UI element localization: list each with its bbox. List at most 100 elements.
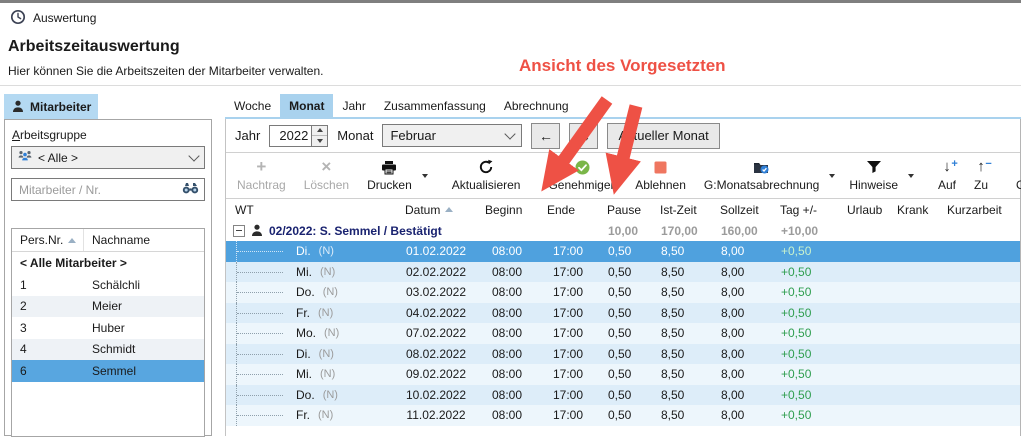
date-cell: 10.02.2022 — [396, 388, 476, 402]
supervisor-view-annotation: Ansicht des Vorgesetzten — [519, 56, 726, 76]
tab-monat[interactable]: Monat — [280, 94, 333, 117]
day-row[interactable]: Fr.(N)11.02.202208:0017:000,508,508,00+0… — [226, 405, 1020, 426]
dropdown-caret-icon[interactable] — [907, 153, 919, 198]
pause-cell: 0,50 — [598, 347, 651, 361]
toolbar-button-label: Aktualisieren — [452, 178, 521, 192]
day-flag: (N) — [319, 348, 334, 360]
tag-cell: +0,50 — [771, 347, 838, 361]
ende-cell: 17:00 — [538, 306, 598, 320]
day-row[interactable]: Do.(N)03.02.202208:0017:000,508,508,00+0… — [226, 282, 1020, 303]
dropdown-caret-icon[interactable] — [421, 153, 433, 198]
column-urlaub[interactable]: Urlaub — [838, 203, 888, 217]
column-krank[interactable]: Krank — [888, 203, 938, 217]
year-value[interactable]: 2022 — [270, 126, 311, 146]
year-spinner[interactable]: 2022 — [269, 125, 328, 147]
column-nachname[interactable]: Nachname — [84, 229, 204, 251]
weekday-label: Mo. — [296, 326, 316, 340]
next-month-button[interactable]: → — [569, 123, 598, 149]
beginn-cell: 08:00 — [476, 285, 538, 299]
day-row[interactable]: Mo.(N)07.02.202208:0017:000,508,508,00+0… — [226, 323, 1020, 344]
g-monatsabrechnung-button[interactable]: G:Monatsabrechnung — [695, 153, 828, 198]
column-istzeit[interactable]: Ist-Zeit — [651, 203, 711, 217]
column-pause[interactable]: Pause — [598, 203, 651, 217]
tab-mitarbeiter-label: Mitarbeiter — [30, 100, 91, 114]
ist-cell: 8,50 — [651, 306, 711, 320]
tab-zusammenfassung[interactable]: Zusammenfassung — [375, 94, 495, 117]
employee-row[interactable]: 2Meier — [12, 296, 204, 318]
beginn-cell: 08:00 — [476, 306, 538, 320]
weekday-cell: Mi.(N) — [226, 262, 396, 283]
optionen-button[interactable]: Optionen — [1007, 153, 1021, 198]
column-datum[interactable]: Datum — [396, 203, 476, 217]
aktualisieren-button[interactable]: Aktualisieren — [443, 153, 530, 198]
column-sollzeit[interactable]: Sollzeit — [711, 203, 771, 217]
l-schen-button: ×Löschen — [295, 153, 358, 198]
tab-mitarbeiter[interactable]: Mitarbeiter — [4, 94, 98, 119]
employee-row[interactable]: 3Huber — [12, 317, 204, 339]
current-month-button[interactable]: Aktueller Monat — [607, 123, 719, 149]
soll-cell: 8,00 — [711, 347, 771, 361]
beginn-cell: 08:00 — [476, 388, 538, 402]
column-label: WT — [235, 203, 254, 217]
tab-abrechnung[interactable]: Abrechnung — [495, 94, 578, 117]
arbeitsgruppe-select[interactable]: < Alle > — [11, 146, 205, 169]
soll-cell: 8,00 — [711, 408, 771, 422]
soll-cell: 8,00 — [711, 326, 771, 340]
employee-nr: 3 — [12, 321, 84, 335]
employee-row[interactable]: 4Schmidt — [12, 339, 204, 361]
day-row[interactable]: Mi.(N)09.02.202208:0017:000,508,508,00+0… — [226, 364, 1020, 385]
employee-search-input[interactable] — [17, 182, 182, 198]
soll-cell: 8,00 — [711, 306, 771, 320]
binoculars-icon[interactable] — [182, 182, 199, 197]
all-employees-row[interactable]: < Alle Mitarbeiter > — [12, 252, 204, 274]
employee-search-box — [11, 178, 205, 201]
day-row[interactable]: Di.(N)01.02.202208:0017:000,508,508,00+0… — [226, 241, 1020, 262]
drucken-button[interactable]: Drucken — [358, 153, 421, 198]
employee-nr: 6 — [12, 364, 84, 378]
dropdown-caret-icon[interactable] — [828, 153, 840, 198]
day-row[interactable]: Mi.(N)02.02.202208:0017:000,508,508,00+0… — [226, 262, 1020, 283]
day-row[interactable]: Fr.(N)04.02.202208:0017:000,508,508,00+0… — [226, 303, 1020, 324]
hinweise-button[interactable]: Hinweise — [840, 153, 907, 198]
month-dropdown[interactable]: Februar — [382, 124, 522, 147]
tag-cell: +0,50 — [771, 265, 838, 279]
weekday-label: Mi. — [296, 367, 312, 381]
column-wt[interactable]: WT — [226, 203, 396, 217]
employee-nr: 1 — [12, 278, 84, 292]
zu-button[interactable]: ↑−Zu — [965, 153, 997, 198]
main-area: WocheMonatJahrZusammenfassungAbrechnung … — [225, 94, 1021, 434]
tag-cell: +0,50 — [771, 306, 838, 320]
auf-button[interactable]: ↓+Auf — [929, 153, 965, 198]
year-spin-down-icon[interactable] — [312, 135, 327, 146]
column-ende[interactable]: Ende — [538, 203, 598, 217]
day-row[interactable]: Do.(N)10.02.202208:0017:000,508,508,00+0… — [226, 385, 1020, 406]
genehmigen-button[interactable]: Genehmigen — [539, 153, 626, 198]
printer-icon — [381, 159, 397, 176]
beginn-cell: 08:00 — [476, 367, 538, 381]
day-row[interactable]: Di.(N)08.02.202208:0017:000,508,508,00+0… — [226, 344, 1020, 365]
column-kurzarbeit[interactable]: Kurzarbeit — [938, 203, 1020, 217]
weekday-label: Di. — [296, 347, 311, 361]
ist-cell: 8,50 — [651, 367, 711, 381]
column-persnr[interactable]: Pers.Nr. — [12, 229, 84, 251]
month-group-row[interactable]: 02/2022: S. Semmel / Bestätigt 10,00 170… — [226, 220, 1020, 241]
year-spin-up-icon[interactable] — [312, 126, 327, 136]
tab-woche[interactable]: Woche — [225, 94, 280, 117]
tab-jahr[interactable]: Jahr — [333, 94, 374, 117]
collapse-expander-icon[interactable] — [233, 225, 245, 237]
person-icon — [12, 100, 24, 113]
column-beginn[interactable]: Beginn — [476, 203, 538, 217]
column-tag[interactable]: Tag +/- — [771, 203, 838, 217]
day-flag: (N) — [320, 368, 335, 380]
ablehnen-button[interactable]: Ablehnen — [626, 153, 695, 198]
previous-month-button[interactable]: ← — [531, 123, 560, 149]
toolbar-button-label: Ablehnen — [635, 178, 686, 192]
weekday-label: Do. — [296, 388, 315, 402]
employee-row[interactable]: 6Semmel — [12, 360, 204, 382]
employee-row[interactable]: 1Schälchli — [12, 274, 204, 296]
date-cell: 01.02.2022 — [396, 244, 476, 258]
employee-name: Schälchli — [84, 278, 204, 292]
ende-cell: 17:00 — [538, 244, 598, 258]
month-label: Monat — [337, 128, 373, 143]
weekday-label: Mi. — [296, 265, 312, 279]
